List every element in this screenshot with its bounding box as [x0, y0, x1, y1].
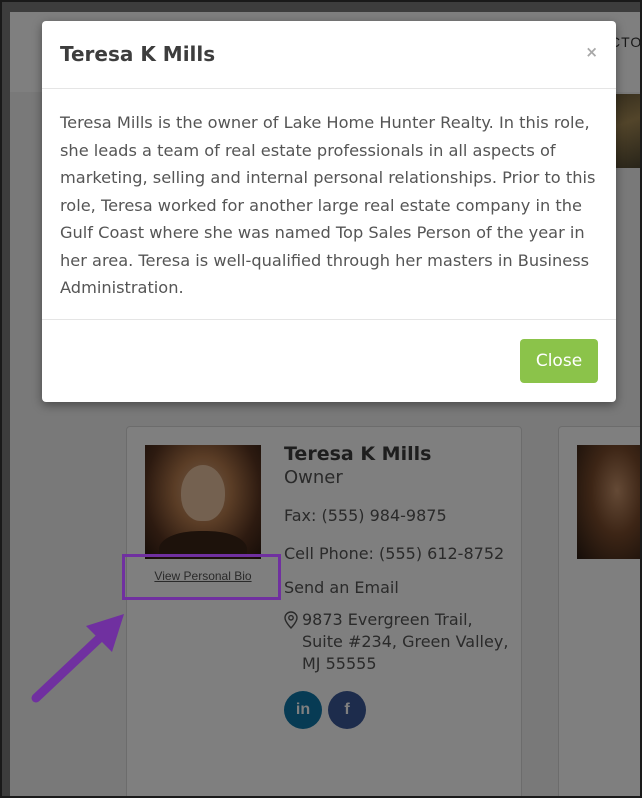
modal-header: Teresa K Mills ×: [42, 21, 616, 89]
annotation-arrow-icon: [31, 614, 124, 703]
close-icon[interactable]: ×: [585, 43, 598, 61]
bio-modal: Teresa K Mills × Teresa Mills is the own…: [42, 21, 616, 402]
modal-footer: Close: [42, 320, 616, 402]
annotation-highlight-box: [122, 554, 281, 600]
modal-body: Teresa Mills is the owner of Lake Home H…: [42, 89, 616, 320]
modal-bio-text: Teresa Mills is the owner of Lake Home H…: [60, 113, 596, 297]
close-button[interactable]: Close: [520, 339, 598, 383]
modal-title: Teresa K Mills: [60, 42, 216, 66]
screenshot-frame: CTO View Personal Bio Teresa K Mills Own…: [0, 0, 642, 798]
